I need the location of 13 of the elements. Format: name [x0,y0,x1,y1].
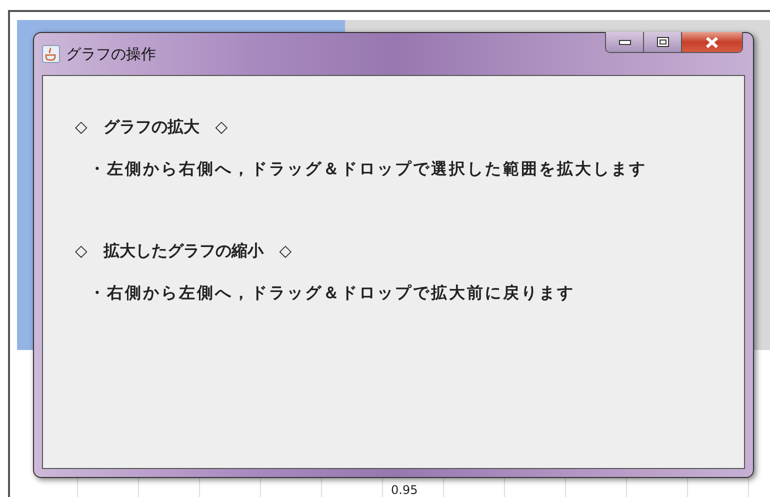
window-title: グラフの操作 [66,44,156,65]
close-button[interactable] [682,32,742,52]
minimize-button[interactable] [606,32,644,52]
coffee-cup-icon [42,45,60,64]
maximize-button[interactable] [644,32,682,52]
tick-label: 0.95 [391,484,418,496]
section-heading: ◇ グラフの拡大 ◇ [75,116,229,138]
instruction-text: ・左側から右側へ，ドラッグ＆ドロップで選択した範囲を拡大します [88,158,648,180]
instruction-text: ・右側から左側へ，ドラッグ＆ドロップで拡大前に戻ります [88,282,576,304]
close-icon [705,36,719,48]
section-heading: ◇ 拡大したグラフの縮小 ◇ [75,240,293,262]
maximize-icon [656,37,668,47]
minimize-icon [618,40,630,44]
